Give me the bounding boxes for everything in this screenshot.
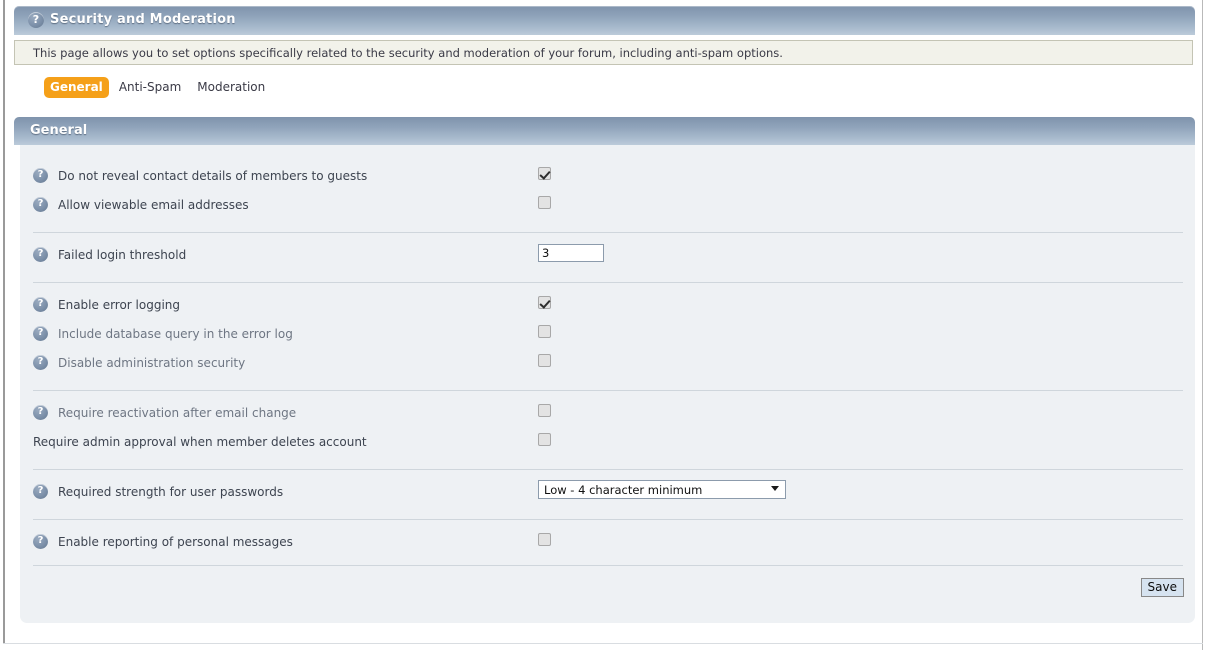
tab-anti-spam[interactable]: Anti-Spam	[113, 77, 187, 98]
password-strength-select[interactable]: Low - 4 character minimum	[538, 480, 786, 499]
setting-row: Include database query in the error log	[20, 322, 1195, 351]
select-value: Low - 4 character minimum	[544, 483, 703, 497]
question-mark-icon	[33, 404, 48, 420]
setting-row: Enable error logging	[20, 293, 1195, 322]
setting-row: Failed login threshold	[20, 243, 1195, 272]
footer-divider	[33, 565, 1183, 566]
setting-control	[538, 244, 604, 262]
setting-label: Enable reporting of personal messages	[58, 535, 293, 549]
question-mark-icon	[33, 167, 48, 183]
group-divider	[33, 282, 1183, 283]
setting-label: Enable error logging	[58, 298, 181, 312]
page-help-icon[interactable]	[28, 11, 44, 31]
page-frame-left-border	[3, 0, 5, 643]
checkbox-unchecked[interactable]	[538, 325, 551, 338]
section-header-bar: General	[14, 117, 1195, 145]
setting-control: Low - 4 character minimum	[538, 480, 786, 502]
setting-row: Do not reveal contact details of members…	[20, 164, 1195, 193]
setting-row: Require reactivation after email change	[20, 401, 1195, 430]
page-title: Security and Moderation	[50, 12, 236, 27]
question-mark-icon	[33, 246, 48, 262]
help-icon[interactable]	[33, 325, 48, 344]
chevron-down-icon	[771, 486, 779, 491]
question-mark-icon	[33, 325, 48, 341]
setting-control	[538, 167, 551, 183]
setting-row: Allow viewable email addresses	[20, 193, 1195, 222]
group-divider	[33, 390, 1183, 391]
save-button[interactable]: Save	[1140, 578, 1184, 597]
checkbox-checked[interactable]	[538, 167, 551, 180]
setting-control	[538, 325, 551, 341]
help-icon[interactable]	[33, 483, 48, 502]
text-input[interactable]	[538, 244, 604, 262]
page-description-text: This page allows you to set options spec…	[33, 46, 783, 60]
page-title-bar: Security and Moderation	[14, 6, 1195, 35]
setting-label: Require admin approval when member delet…	[33, 435, 367, 449]
checkbox-unchecked[interactable]	[538, 533, 551, 546]
help-icon[interactable]	[33, 167, 48, 186]
group-divider	[33, 519, 1183, 520]
question-mark-icon	[33, 296, 48, 312]
help-icon[interactable]	[33, 354, 48, 373]
setting-control	[538, 433, 551, 449]
admin-page: Security and Moderation This page allows…	[0, 0, 1215, 650]
setting-row: Required strength for user passwords Low …	[20, 480, 1195, 509]
question-mark-icon	[28, 11, 44, 28]
setting-label: Allow viewable email addresses	[58, 198, 249, 212]
help-icon[interactable]	[33, 246, 48, 265]
checkbox-unchecked[interactable]	[538, 196, 551, 209]
question-mark-icon	[33, 483, 48, 499]
help-icon[interactable]	[33, 296, 48, 315]
setting-label: Required strength for user passwords	[58, 485, 284, 499]
setting-label: Require reactivation after email change	[58, 406, 297, 420]
page-description-bar: This page allows you to set options spec…	[14, 40, 1193, 65]
setting-control	[538, 533, 551, 549]
checkbox-unchecked[interactable]	[538, 354, 551, 367]
setting-label: Include database query in the error log	[58, 327, 293, 341]
setting-control	[538, 404, 551, 420]
question-mark-icon	[33, 354, 48, 370]
setting-control	[538, 196, 551, 212]
help-icon[interactable]	[33, 404, 48, 423]
page-frame-bottom-border	[3, 643, 1203, 644]
question-mark-icon	[33, 196, 48, 212]
question-mark-icon	[33, 533, 48, 549]
tab-general[interactable]: General	[44, 77, 109, 98]
section-title: General	[30, 123, 88, 138]
checkbox-unchecked[interactable]	[538, 404, 551, 417]
help-icon[interactable]	[33, 196, 48, 215]
page-frame-right-border	[1202, 0, 1203, 650]
group-divider	[33, 469, 1183, 470]
setting-control	[538, 354, 551, 370]
checkbox-unchecked[interactable]	[538, 433, 551, 446]
setting-control	[538, 296, 551, 312]
setting-row: Disable administration security	[20, 351, 1195, 380]
setting-label: Failed login threshold	[58, 248, 187, 262]
setting-row: Require admin approval when member delet…	[20, 430, 1195, 459]
setting-label: Disable administration security	[58, 356, 246, 370]
checkbox-checked[interactable]	[538, 296, 551, 309]
setting-row: Enable reporting of personal messages	[20, 530, 1195, 559]
tab-bar: General Anti-Spam Moderation	[44, 77, 275, 98]
group-divider	[33, 232, 1183, 233]
tab-moderation[interactable]: Moderation	[191, 77, 271, 98]
setting-label: Do not reveal contact details of members…	[58, 169, 368, 183]
help-icon[interactable]	[33, 533, 48, 552]
settings-panel: Do not reveal contact details of members…	[20, 145, 1195, 623]
